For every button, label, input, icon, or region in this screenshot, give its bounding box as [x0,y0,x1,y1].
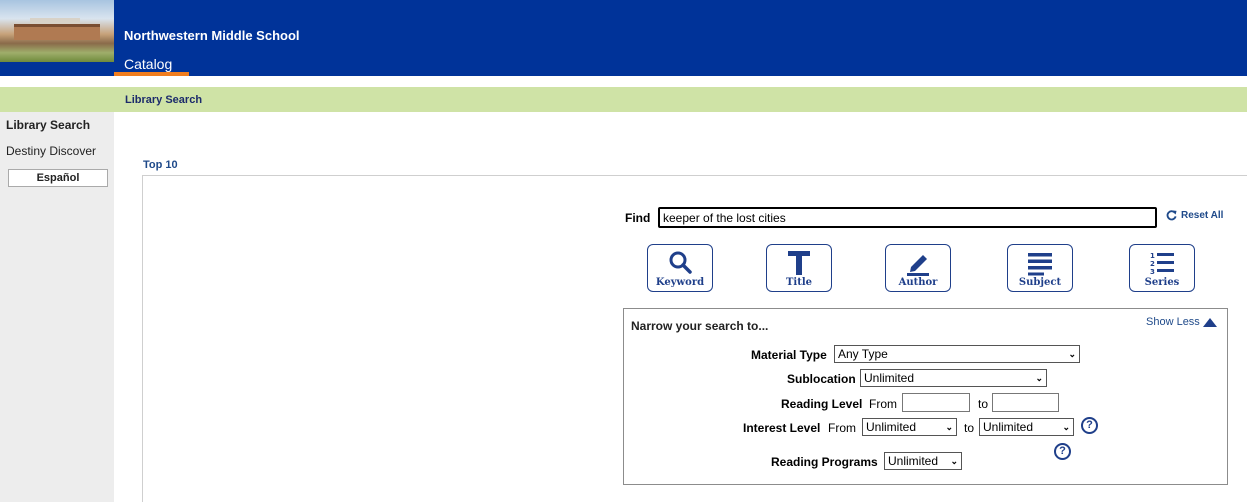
keyword-search-button[interactable]: Keyword [647,244,713,292]
top-10-link[interactable]: Top 10 [143,159,178,171]
lines-icon [1028,253,1052,276]
chevron-down-icon: ⌄ [950,455,958,466]
author-search-button[interactable]: Author [885,244,951,292]
svg-text:2: 2 [1150,260,1155,268]
sublocation-value: Unlimited [864,371,915,385]
find-label: Find [625,211,651,225]
search-input[interactable] [658,207,1157,228]
interest-level-from-select[interactable]: Unlimited ⌄ [862,418,957,436]
reset-all-button[interactable]: Reset All [1166,210,1223,221]
subject-button-label: Subject [1018,277,1062,288]
title-button-label: Title [785,277,813,288]
sidebar-item-destiny-discover[interactable]: Destiny Discover [6,144,96,158]
svg-text:1: 1 [1150,252,1155,260]
show-less-toggle[interactable]: Show Less [1146,316,1217,328]
series-button-label: Series [1144,277,1180,288]
language-button[interactable]: Español [8,169,108,187]
interest-from-value: Unlimited [866,420,917,434]
chevron-down-icon: ⌄ [1035,372,1043,383]
app-header: Northwestern Middle School Catalog [0,0,1247,76]
narrow-search-title: Narrow your search to... [631,319,769,333]
school-logo-image [0,0,114,62]
chevron-down-icon: ⌄ [1062,421,1070,432]
title-search-button[interactable]: Title [766,244,832,292]
show-less-label: Show Less [1146,316,1200,328]
reading-level-from-input[interactable] [902,393,970,412]
reading-programs-select[interactable]: Unlimited ⌄ [884,452,962,470]
reading-level-from-label: From [869,397,897,411]
sidebar-item-library-search[interactable]: Library Search [6,118,90,132]
material-type-select[interactable]: Any Type ⌄ [834,345,1080,363]
reading-level-label: Reading Level [781,397,863,411]
reading-programs-help-icon[interactable]: ? [1054,443,1071,460]
pen-icon [907,255,929,276]
numbered-list-icon: 1 2 3 [1150,252,1174,276]
interest-level-to-select[interactable]: Unlimited ⌄ [979,418,1074,436]
sublocation-select[interactable]: Unlimited ⌄ [860,369,1047,387]
material-type-value: Any Type [838,347,888,361]
sublocation-label: Sublocation [787,372,856,386]
reset-all-label: Reset All [1181,210,1224,221]
reading-programs-value: Unlimited [888,454,939,468]
reading-level-to-label: to [978,397,989,411]
sub-navigation-bar: Library Search [0,87,1247,112]
active-tab-indicator [114,72,189,76]
material-type-label: Material Type [751,348,827,362]
chevron-down-icon: ⌄ [945,421,953,432]
refresh-icon [1166,210,1177,221]
keyword-button-label: Keyword [655,277,705,288]
interest-level-to-label: to [964,421,975,435]
triangle-up-icon [1202,317,1217,327]
reading-programs-label: Reading Programs [771,455,878,469]
chevron-down-icon: ⌄ [1068,348,1076,359]
series-search-button[interactable]: 1 2 3 Series [1129,244,1195,292]
school-name: Northwestern Middle School [124,28,300,43]
subject-search-button[interactable]: Subject [1007,244,1073,292]
interest-level-from-label: From [828,421,856,435]
title-t-icon [788,251,810,275]
svg-text:3: 3 [1150,268,1155,276]
reading-level-to-input[interactable] [992,393,1059,412]
interest-to-value: Unlimited [983,420,1034,434]
subnav-library-search[interactable]: Library Search [125,94,202,106]
left-sidebar: Library Search Destiny Discover Español [0,112,114,502]
magnifier-icon [669,251,692,274]
interest-level-help-icon[interactable]: ? [1081,417,1098,434]
interest-level-label: Interest Level [743,421,821,435]
author-button-label: Author [898,277,938,288]
tab-catalog[interactable]: Catalog [124,56,172,72]
